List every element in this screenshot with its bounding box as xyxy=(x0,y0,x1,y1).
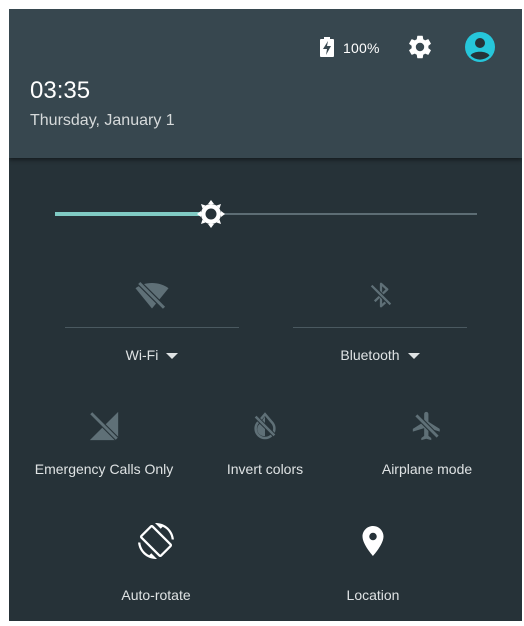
wifi-tile[interactable]: Wi-Fi xyxy=(65,269,239,369)
airplane-mode-label: Airplane mode xyxy=(381,461,473,477)
brightness-thumb-icon[interactable] xyxy=(196,199,226,229)
account-circle-icon[interactable] xyxy=(465,32,495,62)
gear-icon[interactable] xyxy=(406,33,434,61)
invert-colors-off-icon xyxy=(253,412,277,440)
status-row: 100% xyxy=(9,31,522,65)
cellular-label: Emergency Calls Only xyxy=(34,461,174,477)
bluetooth-tile[interactable]: Bluetooth xyxy=(293,269,467,369)
clock-time: 03:35 xyxy=(30,77,91,104)
notification-header: 100% 03:35 Thursday, January 1 xyxy=(9,9,522,158)
chevron-down-icon xyxy=(166,353,179,360)
bluetooth-disabled-icon xyxy=(369,282,393,308)
auto-rotate-label: Auto-rotate xyxy=(121,587,191,603)
cellular-tile[interactable]: Emergency Calls Only xyxy=(19,407,189,487)
invert-colors-label: Invert colors xyxy=(226,461,304,477)
screen-rotation-icon xyxy=(138,523,174,559)
wifi-label[interactable]: Wi-Fi xyxy=(65,347,239,363)
location-tile[interactable]: Location xyxy=(299,521,447,603)
wifi-divider xyxy=(65,327,239,328)
location-label: Location xyxy=(346,587,400,603)
airplane-mode-tile[interactable]: Airplane mode xyxy=(347,407,507,487)
auto-rotate-tile[interactable]: Auto-rotate xyxy=(79,521,233,603)
signal-off-icon xyxy=(88,410,120,442)
battery-charging-icon xyxy=(320,37,334,57)
bluetooth-divider xyxy=(293,327,467,328)
bluetooth-label[interactable]: Bluetooth xyxy=(293,347,467,363)
date-text: Thursday, January 1 xyxy=(30,112,175,129)
location-pin-icon xyxy=(362,526,384,556)
chevron-down-icon xyxy=(407,353,420,360)
quick-settings-panel: 100% 03:35 Thursday, January 1 Wi-Fi Blu… xyxy=(9,9,522,621)
wifi-off-icon xyxy=(135,280,169,311)
brightness-slider[interactable] xyxy=(55,199,477,229)
invert-colors-tile[interactable]: Invert colors xyxy=(189,407,341,487)
airplane-off-icon xyxy=(412,411,441,441)
battery-percentage: 100% xyxy=(343,40,380,56)
brightness-fill xyxy=(55,212,212,216)
